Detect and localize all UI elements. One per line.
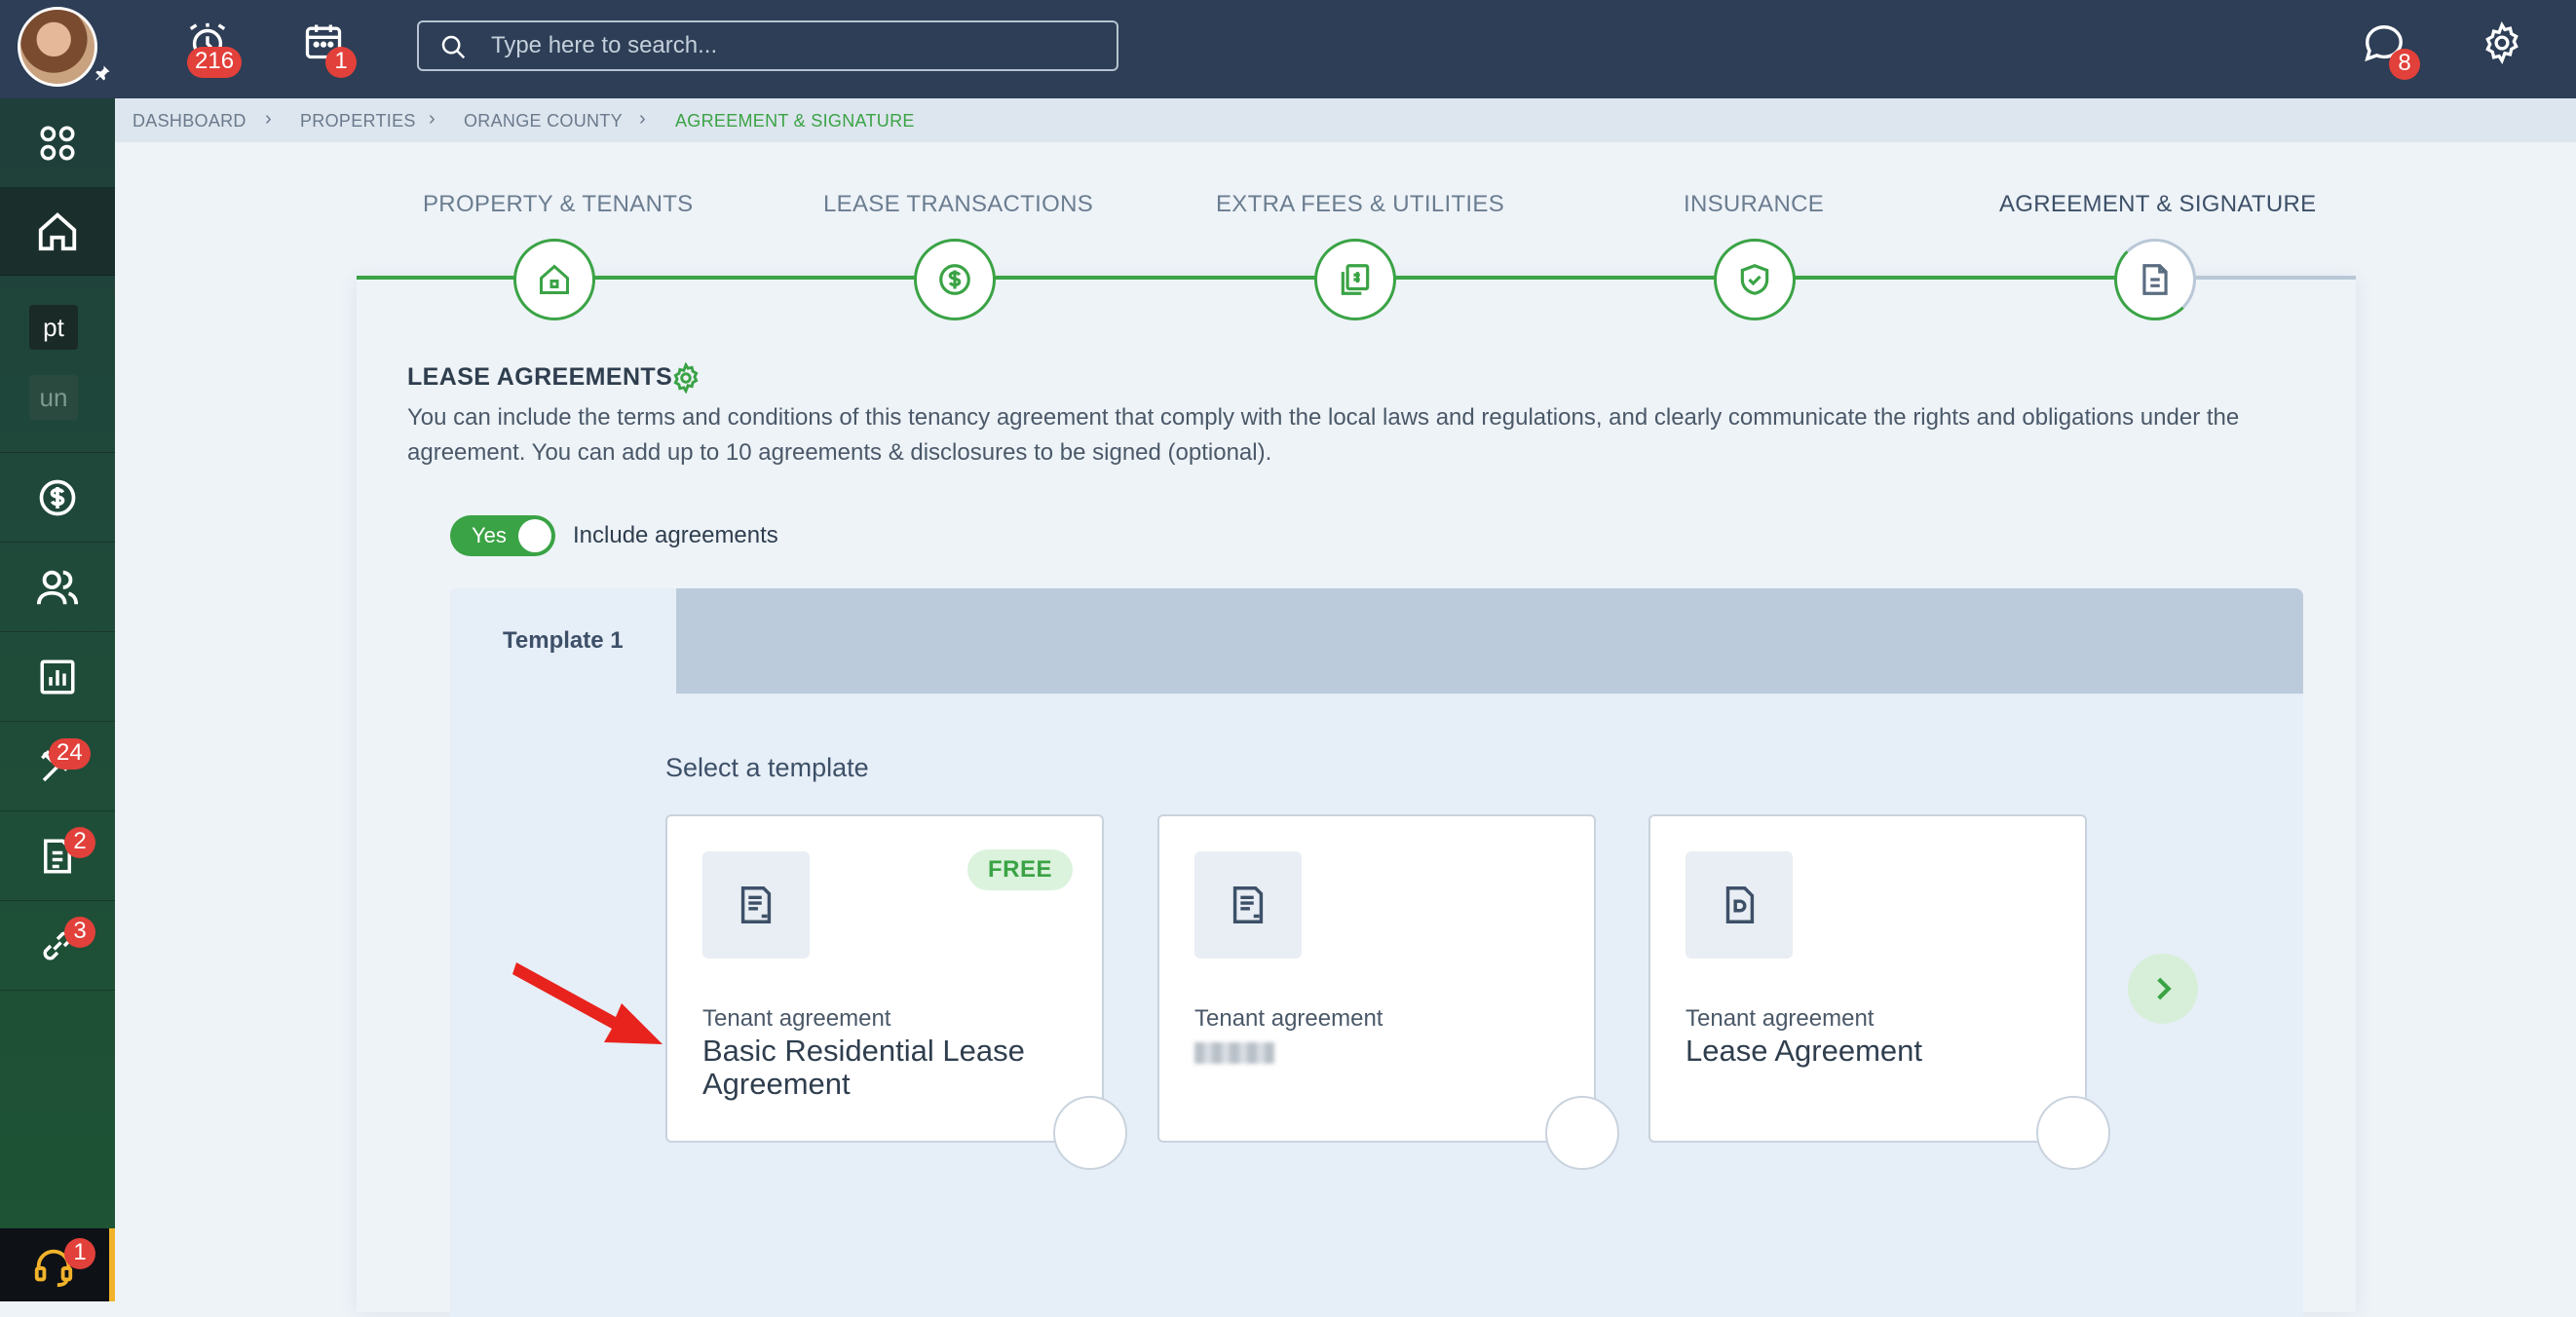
home-icon bbox=[38, 211, 77, 250]
breadcrumb-dashboard[interactable]: DASHBOARD bbox=[133, 111, 246, 132]
section-title: LEASE AGREEMENTS bbox=[407, 363, 672, 392]
template-select-radio[interactable] bbox=[1545, 1096, 1619, 1170]
bar-chart-icon bbox=[40, 659, 75, 694]
chevron-right-icon: › bbox=[639, 108, 646, 130]
step-label-lease-transactions[interactable]: LEASE TRANSACTIONS bbox=[823, 191, 1093, 218]
template-card-lease-agreement[interactable]: Tenant agreement Lease Agreement bbox=[1648, 814, 2110, 1170]
next-templates-button[interactable] bbox=[2128, 954, 2198, 1024]
toggle-knob bbox=[518, 519, 551, 552]
step-label-agreement-signature[interactable]: AGREEMENT & SIGNATURE bbox=[1999, 191, 2316, 218]
tab-template-1[interactable]: Template 1 bbox=[450, 588, 676, 694]
house-icon bbox=[540, 264, 569, 294]
template-category: Tenant agreement bbox=[1194, 1005, 1383, 1032]
chat-badge: 8 bbox=[2389, 49, 2420, 80]
step-property-tenants[interactable] bbox=[513, 239, 595, 320]
step-label-property-tenants[interactable]: PROPERTY & TENANTS bbox=[423, 191, 693, 218]
redacted-text bbox=[1194, 1042, 1274, 1064]
template-select-radio[interactable] bbox=[1053, 1096, 1127, 1170]
settings-gear-icon[interactable] bbox=[2481, 21, 2523, 64]
bills-icon bbox=[1341, 264, 1370, 295]
template-name-redacted bbox=[1194, 1035, 1584, 1071]
annotation-arrow-icon bbox=[507, 955, 663, 1052]
section-description: You can include the terms and conditions… bbox=[407, 404, 2240, 466]
search-bar[interactable] bbox=[417, 20, 1118, 71]
toggle-state-label: Yes bbox=[472, 523, 507, 547]
select-template-heading: Select a template bbox=[665, 753, 869, 782]
sidebar-item-reports[interactable] bbox=[0, 632, 115, 722]
template-category: Tenant agreement bbox=[1686, 1005, 1875, 1032]
step-label-insurance[interactable]: INSURANCE bbox=[1684, 191, 1824, 218]
template-tab-strip bbox=[450, 588, 2303, 694]
template-name: Lease Agreement bbox=[1686, 1034, 1923, 1068]
template-file-icon bbox=[1686, 851, 1793, 959]
alarm-badge: 216 bbox=[187, 47, 243, 78]
section-settings-gear-icon[interactable] bbox=[670, 362, 701, 394]
search-icon bbox=[438, 32, 468, 61]
tab-template-1-label: Template 1 bbox=[503, 627, 624, 654]
sidebar-item-payments[interactable] bbox=[0, 453, 115, 543]
documents-badge: 2 bbox=[64, 827, 95, 858]
document-icon bbox=[2142, 264, 2168, 295]
sidebar-item-documents[interactable] bbox=[0, 811, 115, 901]
breadcrumb-current: AGREEMENT & SIGNATURE bbox=[675, 111, 915, 131]
support-badge: 1 bbox=[64, 1238, 95, 1269]
dollar-circle-icon bbox=[39, 479, 76, 515]
sidebar-item-links[interactable] bbox=[0, 901, 115, 991]
chevron-right-icon: › bbox=[429, 108, 436, 130]
calendar-badge: 1 bbox=[325, 47, 357, 78]
grid-icon bbox=[40, 126, 75, 160]
chevron-right-icon: › bbox=[265, 108, 272, 130]
sidebar: pt un 24 2 3 bbox=[0, 98, 115, 1301]
template-document-icon bbox=[702, 851, 810, 959]
top-bar: 216 1 8 bbox=[0, 0, 2576, 98]
pin-icon bbox=[94, 64, 111, 82]
section-title-text: LEASE AGREEMENTS bbox=[407, 363, 673, 391]
include-agreements-toggle[interactable]: Yes bbox=[450, 515, 555, 556]
breadcrumb-properties[interactable]: PROPERTIES bbox=[300, 111, 416, 132]
people-icon bbox=[36, 570, 79, 604]
support-button[interactable]: 1 bbox=[0, 1228, 115, 1301]
template-document-icon bbox=[1194, 851, 1302, 959]
shield-check-icon bbox=[1740, 264, 1769, 295]
template-card-basic-residential[interactable]: FREE Tenant agreement Basic Residential … bbox=[665, 814, 1127, 1170]
sidebar-item-accounts: pt un bbox=[0, 276, 115, 453]
step-agreement-signature[interactable] bbox=[2114, 239, 2196, 320]
sidebar-item-apps[interactable] bbox=[0, 98, 115, 188]
step-lease-transactions[interactable] bbox=[914, 239, 996, 320]
step-insurance[interactable] bbox=[1714, 239, 1796, 320]
template-select-radio[interactable] bbox=[2036, 1096, 2110, 1170]
chevron-right-icon bbox=[2157, 977, 2172, 1000]
free-badge: FREE bbox=[967, 849, 1073, 890]
user-avatar[interactable] bbox=[18, 7, 97, 87]
sidebar-item-people[interactable] bbox=[0, 543, 115, 632]
template-category: Tenant agreement bbox=[702, 1005, 891, 1032]
maintenance-badge: 24 bbox=[49, 738, 91, 770]
step-progress-line bbox=[357, 276, 2155, 280]
step-extra-fees[interactable] bbox=[1314, 239, 1396, 320]
search-input[interactable] bbox=[489, 30, 1093, 61]
toggle-label: Include agreements bbox=[573, 522, 778, 548]
breadcrumb-orange-county[interactable]: ORANGE COUNTY bbox=[464, 111, 623, 132]
dollar-icon bbox=[939, 264, 970, 295]
step-label-extra-fees[interactable]: EXTRA FEES & UTILITIES bbox=[1216, 191, 1504, 218]
sidebar-chip-pt[interactable]: pt bbox=[29, 305, 78, 350]
links-badge: 3 bbox=[64, 917, 95, 948]
template-name: Basic Residential Lease Agreement bbox=[702, 1034, 1025, 1101]
sidebar-item-home[interactable] bbox=[0, 188, 115, 276]
template-card-custom[interactable]: Tenant agreement bbox=[1157, 814, 1619, 1170]
sidebar-chip-un[interactable]: un bbox=[29, 375, 78, 420]
breadcrumb: DASHBOARD › PROPERTIES › ORANGE COUNTY ›… bbox=[115, 98, 2576, 142]
